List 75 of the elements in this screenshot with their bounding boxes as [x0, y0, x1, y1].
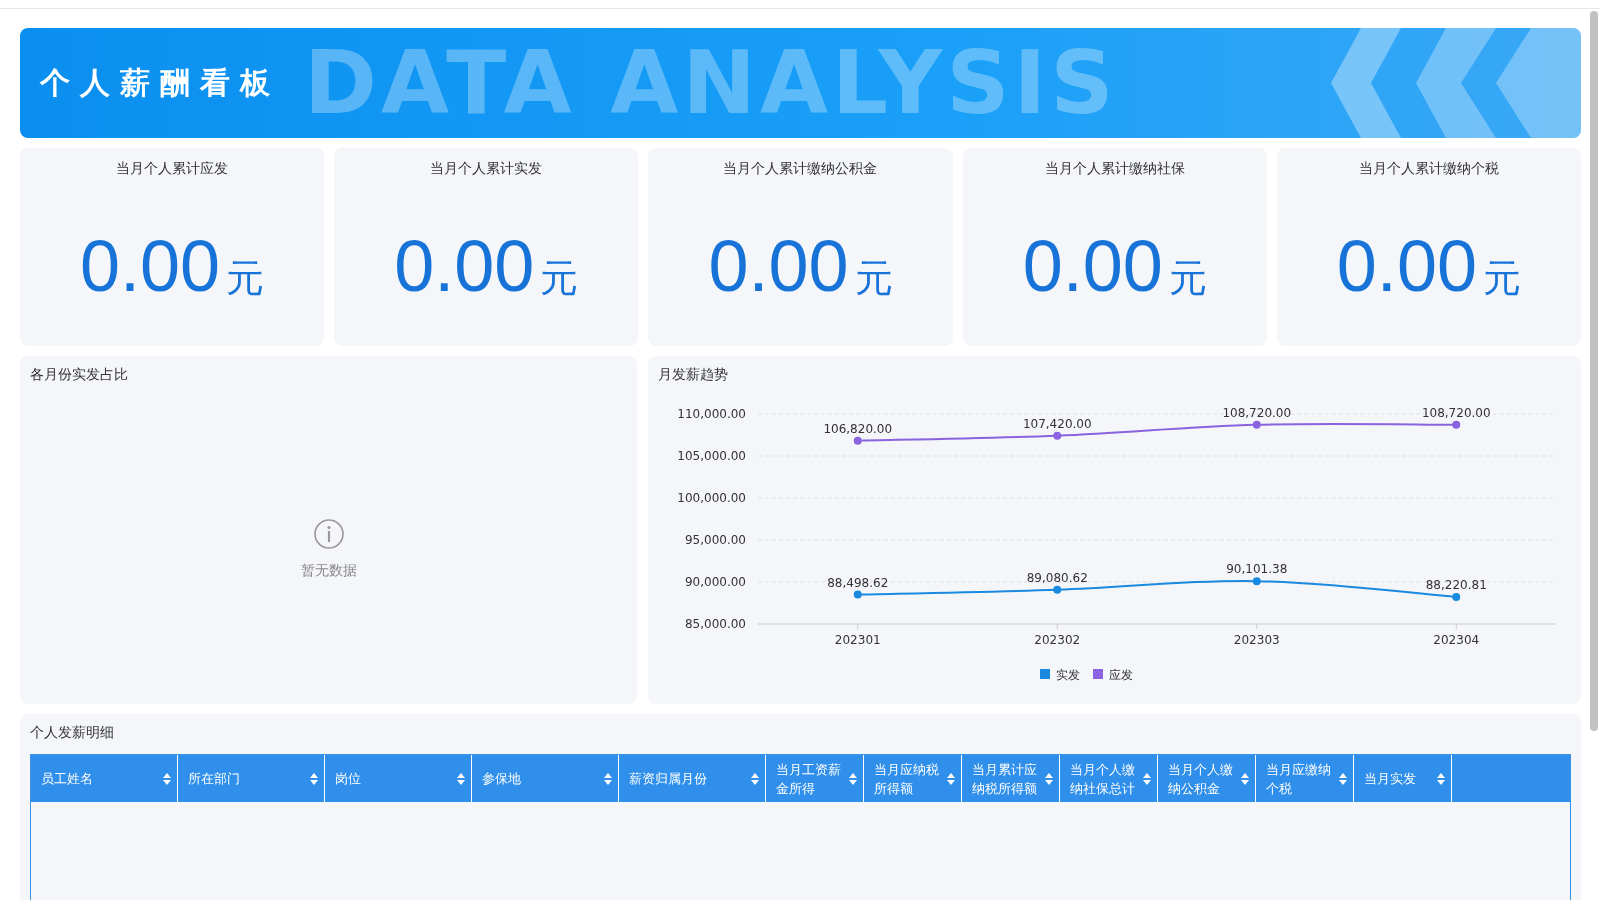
sort-icon[interactable] [1241, 772, 1249, 785]
column-header[interactable]: 当月个人缴纳社保总计 [1060, 755, 1158, 802]
column-header[interactable]: 当月应缴纳个税 [1256, 755, 1354, 802]
column-header[interactable]: 所在部门 [178, 755, 325, 802]
kpi-unit: 元 [854, 255, 893, 302]
sort-icon[interactable] [163, 772, 171, 785]
data-point [853, 436, 862, 445]
info-icon [312, 518, 345, 550]
column-header[interactable]: 当月应纳税所得额 [864, 755, 962, 802]
kpi-value: 0.00 [1022, 230, 1163, 302]
data-label: 108,720.00 [1222, 405, 1292, 420]
data-label: 90,101.38 [1226, 562, 1288, 577]
y-axis-label: 100,000.00 [677, 491, 746, 505]
data-point [1053, 431, 1062, 440]
kpi-label: 当月个人累计缴纳公积金 [723, 160, 878, 178]
kpi-value: 0.00 [708, 230, 849, 302]
data-point [1252, 577, 1261, 586]
data-point [853, 590, 862, 599]
dashboard-title: 个人薪酬看板 [40, 63, 280, 102]
kpi-value: 0.00 [394, 230, 535, 302]
y-axis-label: 105,000.00 [677, 449, 746, 463]
kpi-label: 当月个人累计缴纳社保 [1044, 160, 1185, 178]
y-axis-label: 110,000.00 [677, 407, 746, 421]
x-axis-label: 202303 [1233, 633, 1280, 647]
data-label: 88,220.81 [1425, 577, 1487, 592]
kpi-label: 当月个人累计实发 [430, 160, 543, 178]
data-point [1452, 592, 1461, 601]
column-header[interactable]: 当月工资薪金所得 [766, 755, 864, 802]
sort-icon[interactable] [457, 772, 465, 785]
legend-label[interactable]: 应发 [1109, 668, 1133, 682]
column-header[interactable]: 薪资归属月份 [619, 755, 766, 802]
sort-icon[interactable] [604, 772, 612, 785]
column-header[interactable]: 参保地 [472, 755, 619, 802]
kpi-unit: 元 [226, 255, 265, 302]
panel-title: 各月份实发占比 [30, 366, 128, 384]
kpi-label: 当月个人累计应发 [116, 160, 229, 178]
banner-background-text: DATA ANALYSIS [304, 39, 1118, 127]
y-axis-label: 95,000.00 [684, 533, 746, 547]
data-point [1452, 420, 1461, 429]
scrollbar[interactable] [1590, 11, 1598, 731]
sort-icon[interactable] [1143, 772, 1151, 785]
data-label: 88,498.62 [827, 575, 889, 590]
kpi-unit: 元 [1168, 255, 1207, 302]
data-label: 106,820.00 [823, 421, 893, 436]
data-label: 108,720.00 [1421, 405, 1491, 420]
kpi-value: 0.00 [80, 230, 221, 302]
sort-icon[interactable] [1045, 772, 1053, 785]
data-label: 107,420.00 [1022, 416, 1092, 431]
sort-icon[interactable] [849, 772, 857, 785]
sort-icon[interactable] [751, 772, 759, 785]
y-axis-label: 90,000.00 [684, 575, 746, 589]
column-header[interactable]: 当月累计应纳税所得额 [962, 755, 1060, 802]
column-header[interactable]: 当月个人缴纳公积金 [1158, 755, 1256, 802]
kpi-label: 当月个人累计缴纳个税 [1358, 160, 1499, 178]
panel-title: 月发薪趋势 [658, 366, 728, 384]
column-header[interactable]: 岗位 [325, 755, 472, 802]
kpi-unit: 元 [540, 255, 579, 302]
y-axis-label: 85,000.00 [684, 617, 746, 631]
data-point [1252, 420, 1261, 429]
x-axis-label: 202302 [1034, 633, 1081, 647]
panel-title: 个人发薪明细 [30, 724, 114, 742]
x-axis-label: 202304 [1433, 633, 1480, 647]
sort-icon[interactable] [947, 772, 955, 785]
column-header[interactable]: 员工姓名 [31, 755, 178, 802]
empty-state-text: 暂无数据 [300, 562, 357, 580]
sort-icon[interactable] [310, 772, 318, 785]
kpi-unit: 元 [1482, 255, 1521, 302]
sort-icon[interactable] [1339, 772, 1347, 785]
data-label: 89,080.62 [1026, 570, 1088, 585]
kpi-value: 0.00 [1336, 230, 1477, 302]
x-axis-label: 202301 [834, 633, 881, 647]
data-point [1053, 585, 1062, 594]
legend-label[interactable]: 实发 [1056, 668, 1080, 682]
column-header[interactable]: 当月实发 [1354, 755, 1452, 802]
sort-icon[interactable] [1437, 772, 1445, 785]
